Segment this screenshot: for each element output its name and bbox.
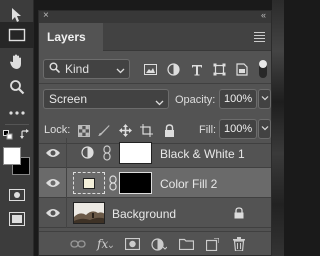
visibility-column-divider — [66, 168, 67, 198]
fill-input[interactable]: 100% — [219, 119, 257, 139]
layer-row-color-fill[interactable]: Color Fill 2 — [39, 168, 271, 198]
visibility-column-divider — [66, 138, 67, 168]
filter-kind-label: Kind — [65, 62, 90, 76]
smart-object-filter-icon[interactable] — [235, 63, 249, 76]
new-group-icon[interactable] — [178, 237, 194, 251]
rectangular-marquee-tool[interactable] — [0, 22, 34, 48]
eye-icon[interactable] — [45, 177, 61, 189]
foreground-color-swatch[interactable] — [3, 147, 21, 165]
fill-label: Fill: — [199, 124, 217, 136]
zoom-tool[interactable] — [0, 74, 34, 100]
layer-mask-thumbnail[interactable] — [119, 172, 152, 194]
add-layer-style-button[interactable]: fx — [97, 237, 113, 251]
layers-panel-footer: fx — [39, 231, 271, 255]
zoom-icon — [9, 79, 25, 95]
visibility-column-divider — [66, 198, 67, 228]
layer-name: Color Fill 2 — [160, 177, 218, 191]
type-layer-filter-icon[interactable] — [190, 63, 204, 76]
swap-colors-icon[interactable] — [20, 129, 31, 143]
layer-name: Black & White 1 — [160, 147, 245, 161]
more-icon — [9, 111, 25, 115]
tools-divider — [5, 124, 29, 125]
panel-menu-icon[interactable] — [254, 32, 265, 44]
opacity-input[interactable]: 100% — [219, 89, 257, 109]
default-colors-icon[interactable] — [3, 130, 13, 143]
layer-filter-row: Kind — [39, 55, 271, 83]
adjustment-layer-filter-icon[interactable] — [166, 63, 180, 76]
fill-slider-button[interactable] — [258, 119, 271, 139]
quick-mask-icon — [9, 189, 25, 201]
fx-label: fx — [97, 237, 109, 251]
hand-icon — [9, 53, 25, 70]
layer-row-background[interactable]: Background — [39, 198, 271, 228]
eye-icon[interactable] — [45, 147, 61, 159]
move-tool-icon — [10, 7, 24, 23]
marquee-icon — [8, 28, 26, 42]
lock-transparent-pixels-icon[interactable] — [77, 124, 90, 137]
blend-mode-select[interactable]: Screen — [43, 89, 169, 109]
filter-kind-select[interactable]: Kind — [43, 59, 130, 79]
lock-artboard-icon[interactable] — [140, 124, 153, 137]
layer-name: Background — [112, 207, 177, 221]
fill-color-swatch — [83, 178, 95, 189]
link-layers-icon[interactable] — [70, 237, 86, 251]
link-icon[interactable] — [103, 145, 111, 161]
tab-layers[interactable]: Layers — [39, 23, 103, 51]
screen-mode-button[interactable] — [0, 206, 34, 232]
collapse-panel-button[interactable]: « — [261, 10, 266, 20]
lock-label: Lock: — [44, 124, 71, 136]
panel-divider — [39, 83, 271, 84]
panel-tab-row: Layers — [39, 23, 271, 51]
chevron-down-icon — [261, 123, 269, 135]
canvas-edge — [272, 0, 284, 256]
chevron-down-icon — [155, 94, 164, 112]
layers-panel: × « Layers Kind Screen Opacity: 100% Loc… — [38, 10, 272, 256]
lock-all-icon[interactable] — [163, 124, 176, 137]
filter-toggle-switch[interactable] — [259, 60, 267, 78]
blend-row: Screen Opacity: 100% — [39, 85, 271, 113]
trash-icon[interactable] — [231, 237, 247, 251]
lock-icon — [234, 207, 244, 222]
search-icon — [49, 62, 61, 76]
chevron-down-icon — [116, 64, 125, 78]
new-adjustment-layer-icon[interactable] — [151, 237, 167, 251]
layer-mask-thumbnail[interactable] — [119, 142, 152, 164]
layer-row-black-white[interactable]: Black & White 1 — [39, 138, 271, 168]
opacity-slider-button[interactable] — [258, 89, 271, 109]
screen-mode-icon — [9, 212, 25, 226]
shape-layer-filter-icon[interactable] — [212, 63, 226, 76]
add-mask-icon[interactable] — [124, 237, 140, 251]
new-layer-icon[interactable] — [204, 237, 220, 251]
panel-titlebar: × « — [39, 10, 271, 23]
eye-icon[interactable] — [45, 207, 61, 219]
link-icon[interactable] — [109, 175, 117, 191]
chevron-down-icon — [261, 93, 269, 105]
more-tools-button[interactable] — [0, 100, 34, 126]
pixel-layer-filter-icon[interactable] — [143, 63, 157, 76]
lock-position-icon[interactable] — [119, 124, 132, 137]
fill-color-thumbnail[interactable] — [73, 172, 105, 194]
hand-tool[interactable] — [0, 48, 34, 74]
blend-mode-value: Screen — [49, 92, 88, 106]
opacity-label: Opacity: — [175, 94, 216, 106]
layer-image-thumbnail[interactable] — [73, 202, 105, 224]
lock-image-pixels-icon[interactable] — [97, 124, 110, 137]
tools-panel — [0, 0, 34, 256]
quick-mask-button[interactable] — [0, 182, 34, 208]
close-panel-button[interactable]: × — [43, 10, 49, 21]
adjustment-layer-icon — [81, 146, 94, 159]
